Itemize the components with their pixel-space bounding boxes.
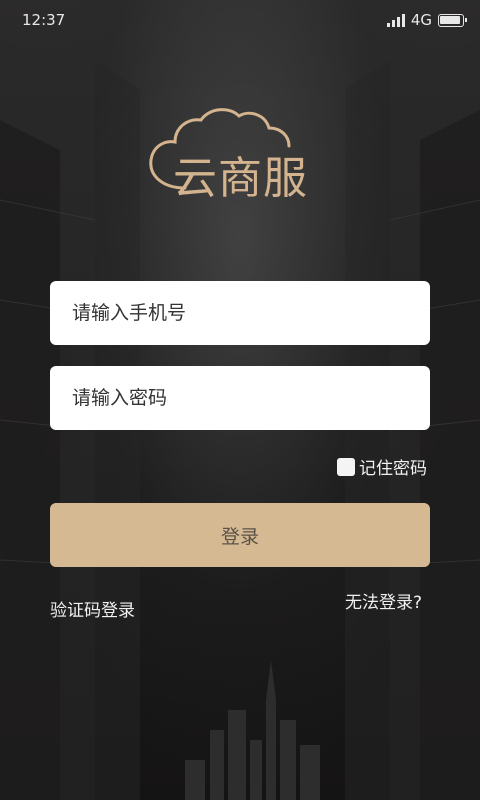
- battery-icon: [438, 13, 467, 27]
- password-input[interactable]: [50, 366, 430, 430]
- status-time: 12:37: [22, 11, 66, 29]
- logo-text: 云商服: [173, 153, 308, 204]
- phone-input[interactable]: [50, 281, 430, 345]
- signal-icon: [386, 13, 405, 27]
- remember-password[interactable]: 记住密码: [337, 454, 427, 479]
- network-type: 4G: [410, 11, 432, 29]
- status-indicators: 4G: [386, 11, 467, 29]
- cant-login-link[interactable]: 无法登录?: [345, 588, 422, 613]
- login-button[interactable]: 登录: [50, 503, 430, 567]
- sms-login-link[interactable]: 验证码登录: [50, 596, 135, 621]
- app-logo: 云商服: [145, 108, 335, 204]
- status-bar: 12:37 4G: [0, 0, 480, 40]
- remember-label: 记住密码: [359, 459, 427, 479]
- remember-checkbox[interactable]: [337, 457, 355, 476]
